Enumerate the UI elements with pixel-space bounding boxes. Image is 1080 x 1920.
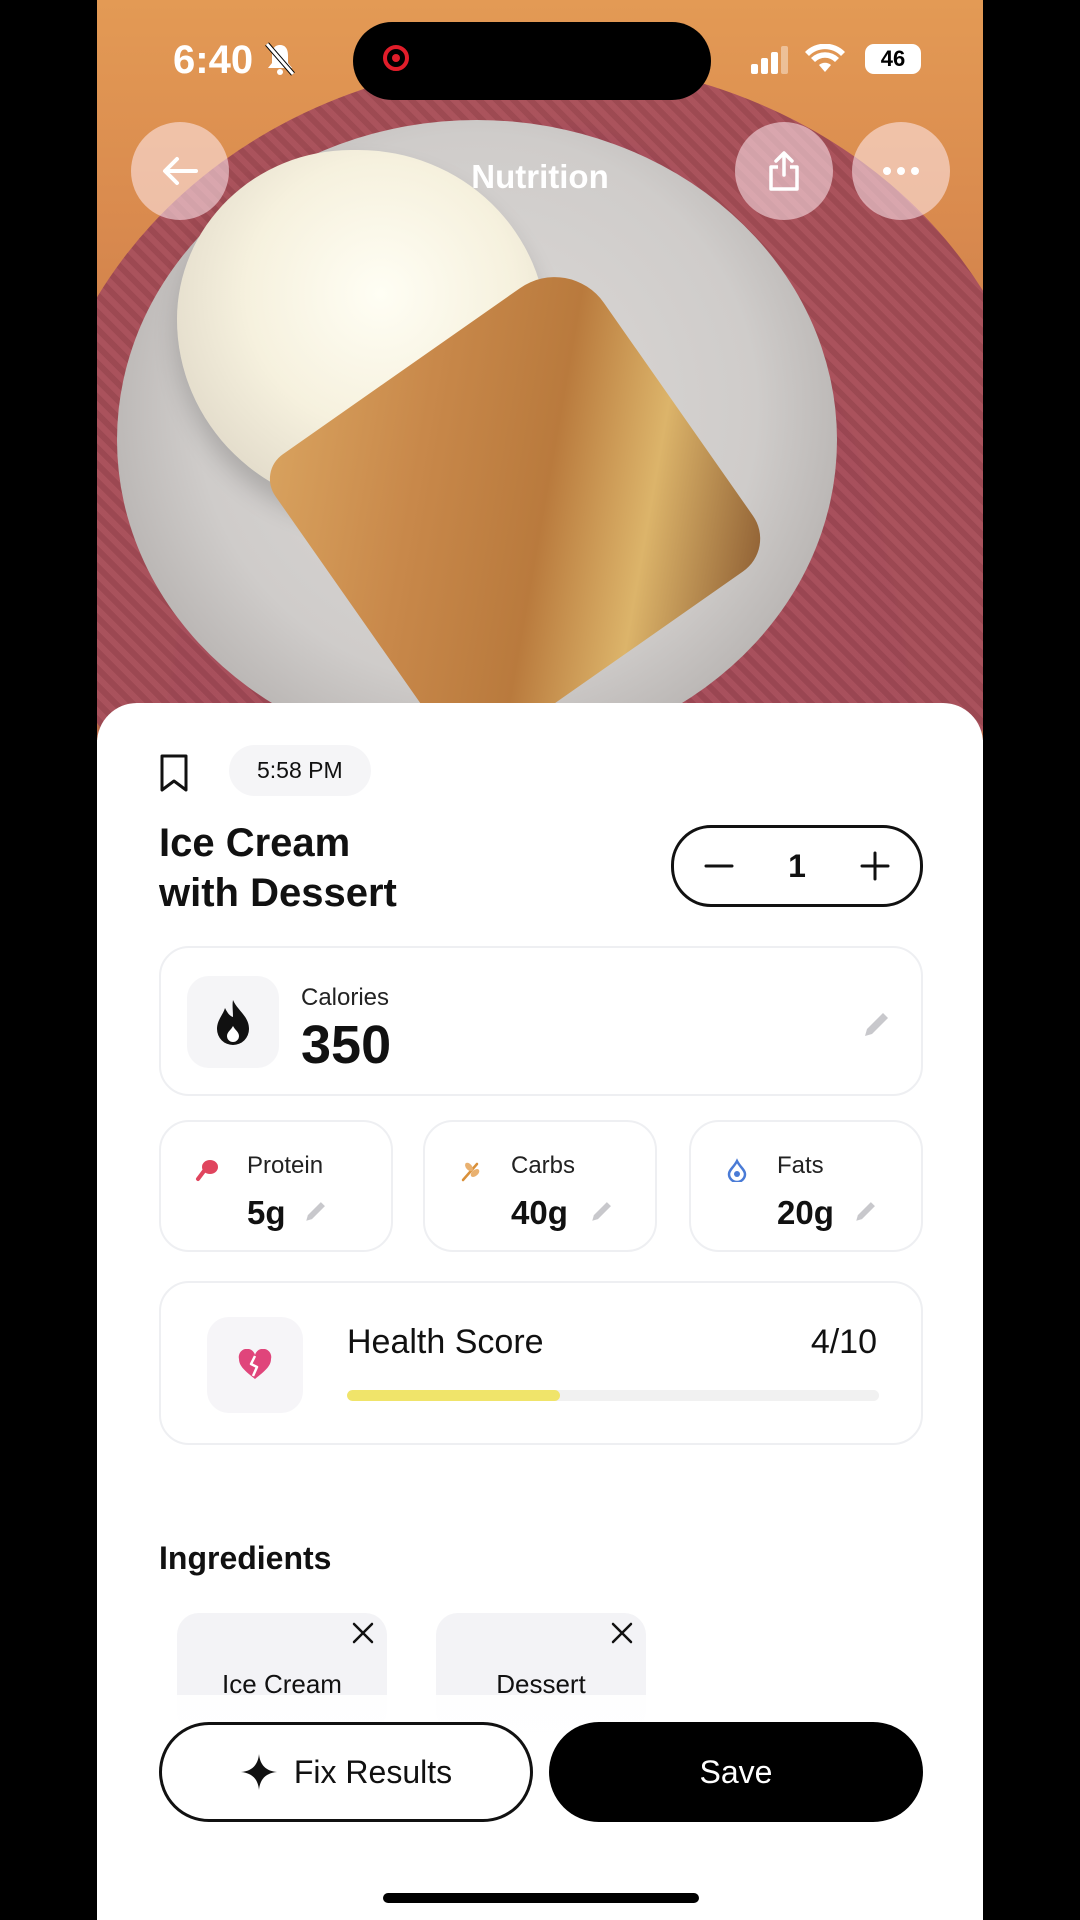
wifi-icon (805, 44, 845, 72)
action-bar: Fix Results Save (97, 1695, 983, 1920)
calories-value: 350 (301, 1015, 392, 1075)
save-label: Save (699, 1753, 773, 1790)
more-options-button[interactable] (852, 122, 950, 220)
health-score-value: 4/10 (810, 1323, 877, 1361)
sparkle-icon (240, 1754, 277, 1790)
quantity-value: 1 (788, 847, 806, 884)
flame-icon (217, 1000, 249, 1045)
page-title: Nutrition (471, 158, 609, 195)
save-button[interactable]: Save (549, 1722, 923, 1822)
drumstick-icon (196, 1160, 218, 1181)
health-score-bar-fill (347, 1390, 560, 1401)
oil-drop-icon (727, 1158, 747, 1182)
dynamic-island (353, 22, 711, 100)
health-score-bar (347, 1390, 879, 1401)
home-indicator (383, 1893, 699, 1903)
carbs-value: 40g (511, 1194, 568, 1231)
wheat-icon (461, 1162, 480, 1182)
broken-heart-icon (238, 1349, 272, 1379)
calories-icon-tile (187, 976, 279, 1068)
signal-icon (751, 46, 788, 74)
remove-ingredient-button[interactable] (343, 1613, 383, 1653)
health-score-card: Health Score 4/10 (159, 1281, 923, 1445)
phone-screen: 6:40 46 Nutrition 5:58 PM Ice Cream with… (97, 0, 983, 1920)
protein-card[interactable]: Protein 5g (159, 1120, 393, 1252)
food-title-line2: with Dessert (159, 871, 397, 915)
food-title-line1: Ice Cream (159, 821, 351, 865)
share-button[interactable] (735, 122, 833, 220)
fix-results-button[interactable]: Fix Results (159, 1722, 533, 1822)
fats-value: 20g (777, 1194, 834, 1231)
close-icon (352, 1622, 374, 1644)
share-icon (769, 151, 799, 191)
calories-card[interactable]: Calories 350 (159, 946, 923, 1096)
entry-timestamp: 5:58 PM (229, 745, 371, 796)
protein-value: 5g (247, 1194, 286, 1231)
edit-fats-icon[interactable] (853, 1198, 879, 1224)
plus-icon[interactable] (860, 851, 890, 881)
fix-results-label: Fix Results (293, 1753, 453, 1790)
health-icon-tile (207, 1317, 303, 1413)
quantity-stepper: 1 (671, 825, 923, 907)
edit-carbs-icon[interactable] (589, 1198, 615, 1224)
ingredients-heading: Ingredients (159, 1540, 332, 1576)
food-title: Ice Cream with Dessert (159, 818, 579, 918)
remove-ingredient-button[interactable] (602, 1613, 642, 1653)
fats-card[interactable]: Fats 20g (689, 1120, 923, 1252)
status-time: 6:40 (173, 38, 254, 82)
edit-protein-icon[interactable] (303, 1198, 329, 1224)
minus-icon[interactable] (704, 851, 734, 881)
ellipsis-icon (883, 167, 919, 175)
close-icon (611, 1622, 633, 1644)
edit-calories-icon[interactable] (861, 1008, 893, 1040)
protein-label: Protein (247, 1152, 324, 1179)
bookmark-icon[interactable] (159, 753, 189, 793)
food-photo (97, 0, 983, 960)
recording-icon (383, 45, 409, 71)
health-score-label: Health Score (347, 1323, 544, 1361)
carbs-label: Carbs (511, 1152, 576, 1179)
fats-label: Fats (777, 1152, 824, 1179)
battery-indicator: 46 (865, 44, 921, 74)
calories-label: Calories (301, 984, 390, 1011)
silent-bell-icon (265, 42, 295, 76)
carbs-card[interactable]: Carbs 40g (423, 1120, 657, 1252)
